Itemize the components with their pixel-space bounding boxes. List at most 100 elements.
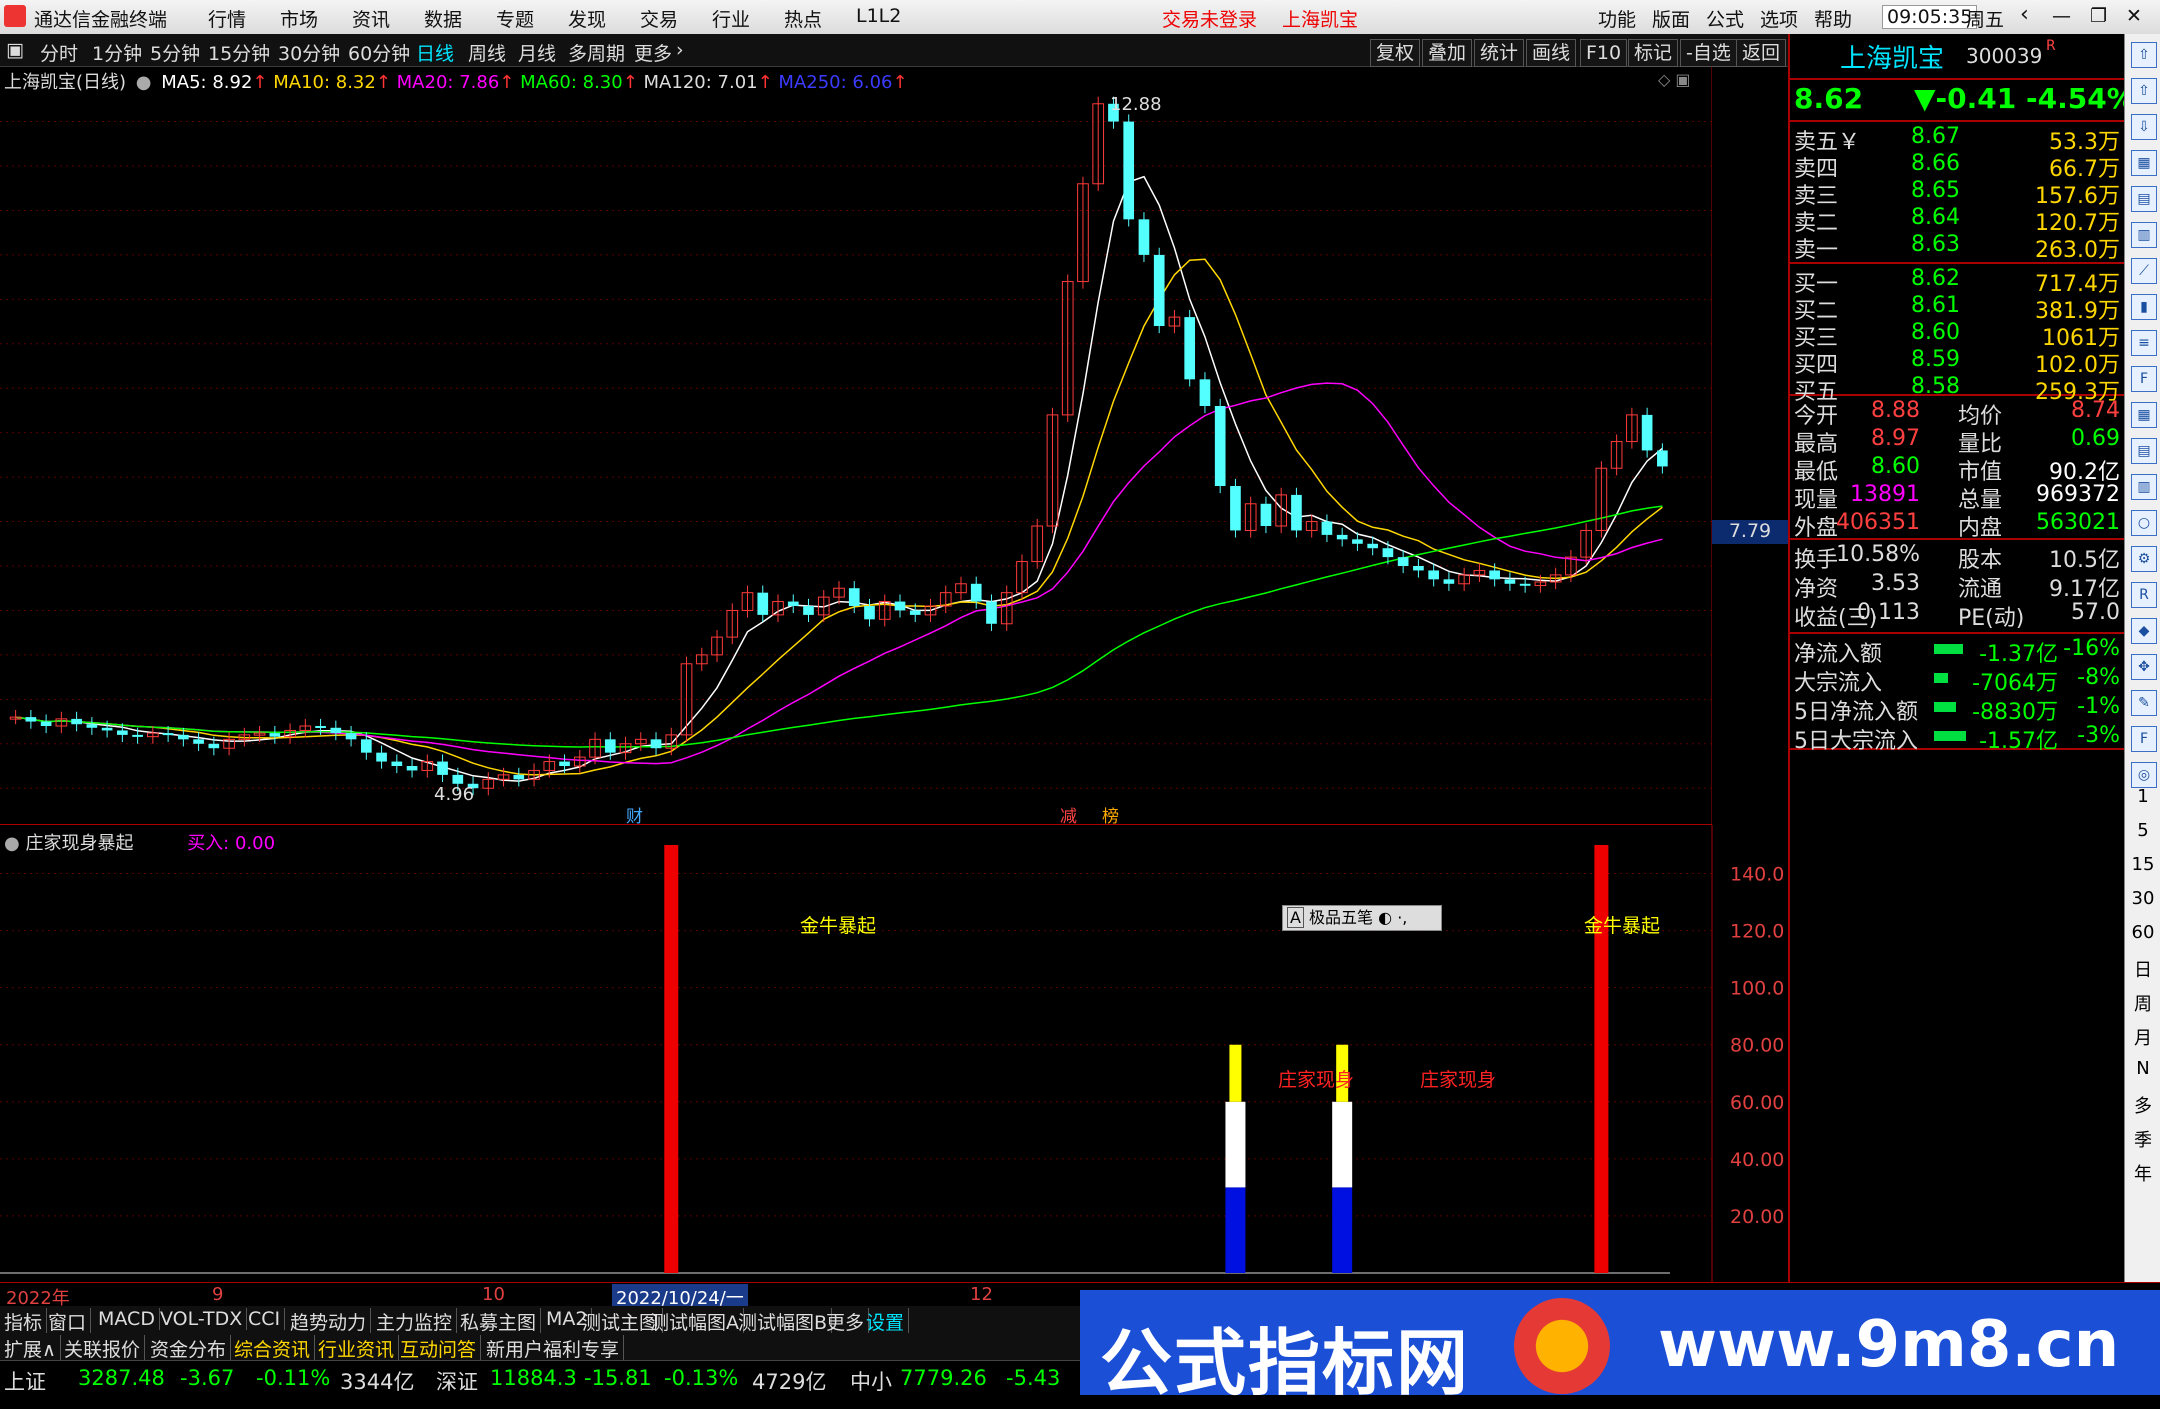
sidebar-period-8[interactable]: N bbox=[2125, 1058, 2160, 1079]
menu-item-shichang[interactable]: 市场 bbox=[280, 5, 318, 32]
btn-tongji[interactable]: 统计 bbox=[1474, 39, 1525, 67]
rsi-icon[interactable]: R bbox=[2131, 582, 2157, 608]
grid-icon[interactable]: ▤ bbox=[2131, 438, 2157, 464]
tab-0[interactable]: 指标 bbox=[4, 1308, 48, 1335]
app-logo-icon[interactable] bbox=[4, 5, 26, 27]
ime-moon-icon[interactable]: ◐ ·, bbox=[1378, 908, 1407, 927]
btn-fuquan[interactable]: 复权 bbox=[1370, 39, 1421, 67]
period-more[interactable]: 更多 bbox=[634, 39, 672, 66]
sh-index-name[interactable]: 上证 bbox=[4, 1366, 46, 1396]
btn-f10[interactable]: F10 bbox=[1580, 39, 1628, 67]
btn-zixuan[interactable]: -自选 bbox=[1680, 39, 1737, 67]
gear-icon[interactable]: ⚙ bbox=[2131, 546, 2157, 572]
info-tab-1[interactable]: 关联报价 bbox=[64, 1335, 146, 1362]
info-tab-2[interactable]: 资金分布 bbox=[150, 1335, 232, 1362]
sidebar-period-2[interactable]: 15 bbox=[2125, 854, 2160, 875]
arrow-down-icon[interactable]: ⇩ bbox=[2131, 114, 2157, 140]
info-tab-3[interactable]: 综合资讯 bbox=[234, 1335, 316, 1362]
sidebar-period-11[interactable]: 年 bbox=[2125, 1160, 2160, 1186]
period-1min[interactable]: 1分钟 bbox=[92, 39, 142, 66]
sidebar-period-10[interactable]: 季 bbox=[2125, 1126, 2160, 1152]
sidebar-period-9[interactable]: 多 bbox=[2125, 1092, 2160, 1118]
fs-icon[interactable]: F bbox=[2131, 726, 2157, 752]
tag-icon[interactable]: ◆ bbox=[2131, 618, 2157, 644]
menu-item-jiaoyi[interactable]: 交易 bbox=[640, 5, 678, 32]
period-weekly[interactable]: 周线 bbox=[468, 39, 506, 66]
tab-4[interactable]: CCI bbox=[248, 1308, 286, 1330]
tab-5[interactable]: 趋势动力 bbox=[290, 1308, 372, 1335]
period-multi[interactable]: 多周期 bbox=[568, 39, 625, 66]
menu-item-shuju[interactable]: 数据 bbox=[424, 5, 462, 32]
restore-icon[interactable]: ❐ bbox=[2090, 5, 2107, 27]
grid-icon[interactable]: ▦ bbox=[2131, 402, 2157, 428]
sidebar-period-0[interactable]: 1 bbox=[2125, 786, 2160, 807]
period-fenshi[interactable]: 分时 bbox=[40, 39, 78, 66]
indicator-subchart[interactable]: ● 庄家现身暴起 买入: 0.00 140.0 120.0 100.0 80.00 60… bbox=[0, 824, 1784, 1283]
list-icon[interactable]: ≡ bbox=[2131, 330, 2157, 356]
info-tab-6[interactable]: 新用户福利专享 bbox=[486, 1335, 625, 1362]
sidebar-period-6[interactable]: 周 bbox=[2125, 990, 2160, 1016]
tab-2[interactable]: MACD bbox=[98, 1308, 160, 1330]
info-tab-0[interactable]: 扩展∧ bbox=[4, 1335, 61, 1362]
period-30min[interactable]: 30分钟 bbox=[278, 39, 340, 66]
menu-item-xuanxiang[interactable]: 选项 bbox=[1760, 5, 1798, 32]
period-15min[interactable]: 15分钟 bbox=[208, 39, 270, 66]
btn-biaoji[interactable]: 标记 bbox=[1628, 39, 1679, 67]
period-monthly[interactable]: 月线 bbox=[518, 39, 556, 66]
menu-item-redian[interactable]: 热点 bbox=[784, 5, 822, 32]
info-tab-4[interactable]: 行业资讯 bbox=[318, 1335, 400, 1362]
ime-popup[interactable]: A 极品五笔 ◐ ·, bbox=[1282, 905, 1442, 931]
menu-item-hangye[interactable]: 行业 bbox=[712, 5, 750, 32]
btn-huaxian[interactable]: 画线 bbox=[1526, 39, 1577, 67]
sz-index-name[interactable]: 深证 bbox=[436, 1366, 478, 1396]
trade-status[interactable]: 交易未登录 bbox=[1162, 5, 1257, 32]
menu-item-gongshi[interactable]: 公式 bbox=[1706, 5, 1744, 32]
sidebar-period-4[interactable]: 60 bbox=[2125, 922, 2160, 943]
menu-item-l1l2[interactable]: L1L2 bbox=[856, 5, 901, 27]
menu-item-bangzhu[interactable]: 帮助 bbox=[1814, 5, 1852, 32]
line-chart-icon[interactable]: ⟋ bbox=[2131, 258, 2157, 284]
tab-1[interactable]: 窗口 bbox=[48, 1308, 92, 1335]
menu-item-zixun[interactable]: 资讯 bbox=[352, 5, 390, 32]
close-icon[interactable]: ✕ bbox=[2126, 5, 2142, 27]
sidebar-period-1[interactable]: 5 bbox=[2125, 820, 2160, 841]
move-icon[interactable]: ✥ bbox=[2131, 654, 2157, 680]
hat-icon[interactable]: ◎ bbox=[2131, 762, 2157, 788]
back-arrow-icon[interactable]: ‹ bbox=[2020, 2, 2029, 27]
arrow-up-icon[interactable]: ⇧ bbox=[2131, 78, 2157, 104]
circle-icon[interactable]: ○ bbox=[2131, 510, 2157, 536]
chevron-right-icon[interactable]: › bbox=[676, 39, 684, 61]
grid-icon[interactable]: ▤ bbox=[2131, 186, 2157, 212]
period-5min[interactable]: 5分钟 bbox=[150, 39, 200, 66]
pen-icon[interactable]: ✎ bbox=[2131, 690, 2157, 716]
tab-3[interactable]: VOL-TDX bbox=[160, 1308, 248, 1330]
btn-fanhui[interactable]: 返回 bbox=[1736, 39, 1787, 67]
tab-10[interactable]: 测试幅图A bbox=[650, 1308, 744, 1335]
minimize-icon[interactable]: — bbox=[2052, 5, 2071, 27]
tab-12[interactable]: 更多 bbox=[826, 1308, 870, 1335]
tab-7[interactable]: 私募主图 bbox=[460, 1308, 542, 1335]
menu-item-zhuanti[interactable]: 专题 bbox=[496, 5, 534, 32]
btn-diejia[interactable]: 叠加 bbox=[1422, 39, 1473, 67]
zx-index-name[interactable]: 中小 bbox=[850, 1366, 892, 1396]
tab-11[interactable]: 测试幅图B bbox=[738, 1308, 833, 1335]
menu-item-banmian[interactable]: 版面 bbox=[1652, 5, 1690, 32]
tab-13[interactable]: 设置 bbox=[866, 1308, 910, 1335]
f10-icon[interactable]: F bbox=[2131, 366, 2157, 392]
table-icon[interactable]: ▦ bbox=[2131, 150, 2157, 176]
main-kline-chart[interactable]: 上海凯宝(日线) ● MA5: 8.92↑ MA10: 8.32↑ MA20: … bbox=[0, 66, 1788, 827]
table-icon[interactable]: ▥ bbox=[2131, 474, 2157, 500]
chart-expand-icon[interactable]: ◇ ▣ bbox=[1658, 70, 1691, 89]
period-60min[interactable]: 60分钟 bbox=[348, 39, 410, 66]
info-tab-5[interactable]: 互动问答 bbox=[400, 1335, 482, 1362]
tab-6[interactable]: 主力监控 bbox=[376, 1308, 458, 1335]
period-daily[interactable]: 日线 bbox=[416, 39, 454, 66]
menu-item-gongneng[interactable]: 功能 bbox=[1598, 5, 1636, 32]
sidebar-period-3[interactable]: 30 bbox=[2125, 888, 2160, 909]
sidebar-period-7[interactable]: 月 bbox=[2125, 1024, 2160, 1050]
grid-icon[interactable]: ▥ bbox=[2131, 222, 2157, 248]
arrow-up-icon[interactable]: ⇧ bbox=[2131, 42, 2157, 68]
sidebar-period-5[interactable]: 日 bbox=[2125, 956, 2160, 982]
menu-item-faxian[interactable]: 发现 bbox=[568, 5, 606, 32]
menu-item-hangqing[interactable]: 行情 bbox=[208, 5, 246, 32]
